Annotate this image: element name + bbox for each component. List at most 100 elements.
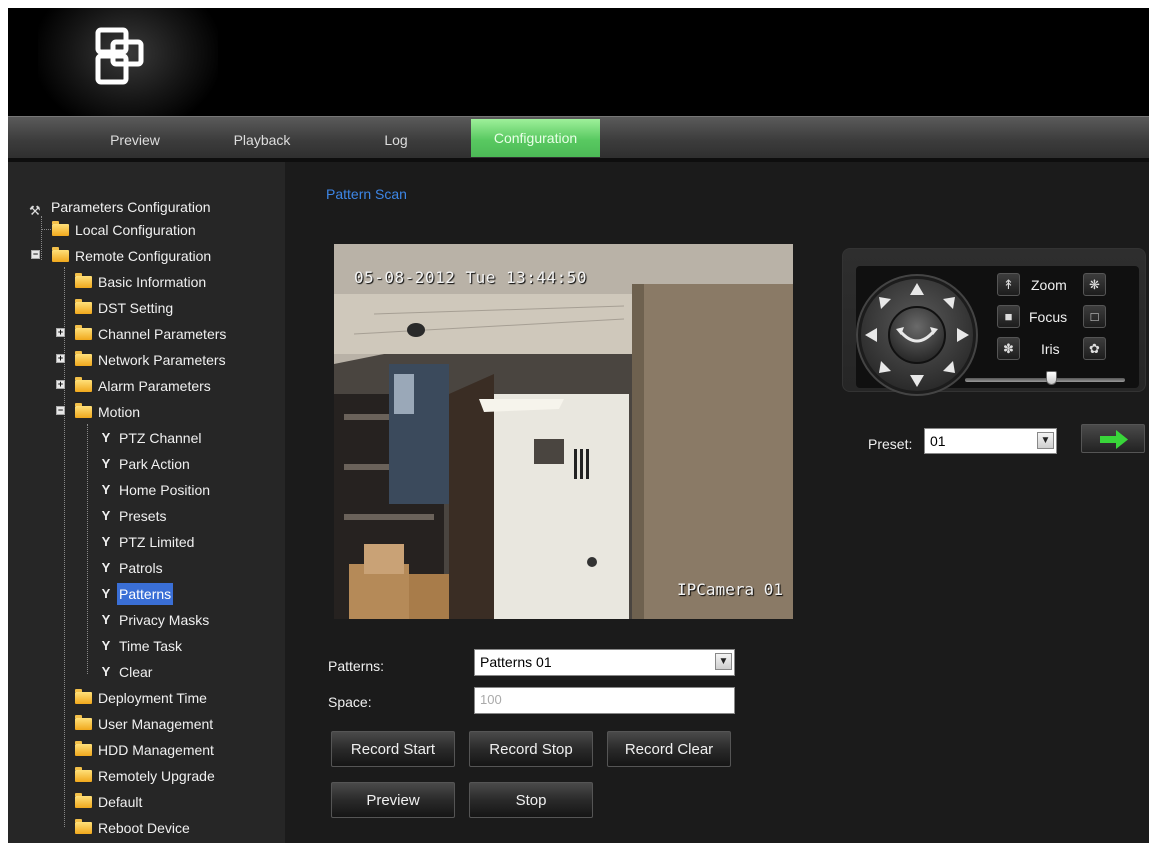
iris-label: Iris [1041,341,1060,357]
patterns-label: Patterns: [328,658,385,674]
ptz-direction-pad[interactable] [855,273,979,397]
tree-ptz-channel[interactable]: Y PTZ Channel [100,426,203,448]
folder-icon [75,819,92,835]
go-preset-button[interactable] [1081,424,1145,453]
page-title: Pattern Scan [326,186,407,202]
video-camera-name: IPCamera 01 [677,580,783,599]
space-input[interactable]: 100 [474,687,735,714]
tree-hdd-management[interactable]: HDD Management [75,738,216,760]
tree-remote-config[interactable]: Remote Configuration [52,244,213,266]
tree-time-task[interactable]: Y Time Task [100,634,184,656]
focus-far-icon[interactable]: □ [1083,305,1106,328]
tree-privacy-masks[interactable]: Y Privacy Masks [100,608,211,630]
tree-alarm-params[interactable]: Alarm Parameters [75,374,213,396]
tab-log[interactable]: Log [340,125,452,161]
collapse-icon[interactable]: − [56,406,65,415]
preset-select[interactable]: 01 ▼ [924,428,1057,454]
tree-label: Privacy Masks [119,612,210,629]
expand-icon[interactable]: + [56,328,65,337]
ptz-pin-icon: Y [101,534,111,550]
tree-deployment-time[interactable]: Deployment Time [75,686,209,708]
preview-button[interactable]: Preview [331,782,455,818]
record-start-button[interactable]: Record Start [331,731,455,767]
tree-label: Park Action [119,456,190,473]
folder-icon [75,767,92,783]
expand-icon[interactable]: + [56,354,65,363]
tree-label: Presets [119,508,167,525]
tree-label: DST Setting [98,300,174,317]
tree-label: Remote Configuration [75,248,212,265]
tree-label: User Management [98,716,214,733]
tree-label: Time Task [119,638,183,655]
zoom-out-icon[interactable]: ❋ [1083,273,1106,296]
tree-park-action[interactable]: Y Park Action [100,452,192,474]
focus-label: Focus [1029,309,1068,325]
camera-frame-image [334,244,793,619]
tree-remotely-upgrade[interactable]: Remotely Upgrade [75,764,217,786]
ptz-control-panel: ↟ Zoom ❋ ■ Focus □ ✽ Iris ✿ [842,248,1146,396]
tree-patrols[interactable]: Y Patrols [100,556,165,578]
folder-icon [75,273,92,289]
tree-ptz-limited[interactable]: Y PTZ Limited [100,530,196,552]
tree-user-management[interactable]: User Management [75,712,215,734]
tree-label: Alarm Parameters [98,378,211,395]
tree-patterns[interactable]: Y Patterns [100,582,174,606]
stop-button[interactable]: Stop [469,782,593,818]
dropdown-arrow-icon: ▼ [1037,432,1054,449]
tree-label: Clear [119,664,153,681]
tree-default[interactable]: Default [75,790,144,812]
folder-icon [75,741,92,757]
tab-configuration[interactable]: Configuration [471,119,600,157]
iris-close-icon[interactable]: ✽ [997,337,1020,360]
zoom-in-icon[interactable]: ↟ [997,273,1020,296]
folder-icon [75,689,92,705]
tree-line [41,216,42,260]
focus-near-icon[interactable]: ■ [997,305,1020,328]
tree-clear[interactable]: Y Clear [100,660,154,682]
tab-playback[interactable]: Playback [208,125,316,161]
tree-label: Network Parameters [98,352,226,369]
ptz-pin-icon: Y [101,456,111,472]
ptz-pin-icon: Y [101,430,111,446]
tree-label: Home Position [119,482,211,499]
tree-label: Parameters Configuration [51,199,211,216]
top-nav: Preview Playback Log Configuration [8,116,1149,160]
record-clear-button[interactable]: Record Clear [607,731,731,767]
tree-line [64,267,65,827]
tree-presets[interactable]: Y Presets [100,504,168,526]
tree-label: Basic Information [98,274,207,291]
tree-dst-setting[interactable]: DST Setting [75,296,175,318]
tree-channel-params[interactable]: Channel Parameters [75,322,228,344]
tree-label: Motion [98,404,141,421]
expand-icon[interactable]: + [56,380,65,389]
folder-icon [75,299,92,315]
folder-icon [75,403,92,419]
tree-label: Patrols [119,560,163,577]
tree-label: Default [98,794,143,811]
ptz-speed-slider-thumb[interactable] [1045,371,1057,385]
tab-preview[interactable]: Preview [76,125,194,161]
tree-label-selected: Patterns [117,583,174,606]
folder-icon [75,715,92,731]
folder-icon [75,377,92,393]
record-stop-button[interactable]: Record Stop [469,731,593,767]
tree-local-config[interactable]: Local Configuration [52,218,198,240]
patterns-select-value: Patterns 01 [480,654,552,670]
ptz-pin-icon: Y [101,664,111,680]
tree-root[interactable]: ⚒ Parameters Configuration [29,195,213,218]
tree-label: PTZ Channel [119,430,202,447]
ptz-pin-icon: Y [101,638,111,654]
tree-reboot-device[interactable]: Reboot Device [75,816,192,838]
tree-basic-info[interactable]: Basic Information [75,270,208,292]
folder-icon [75,793,92,809]
preset-label: Preset: [868,436,913,452]
config-tree: ⚒ Parameters Configuration Local Configur… [8,162,285,843]
tree-network-params[interactable]: Network Parameters [75,348,228,370]
tree-home-position[interactable]: Y Home Position [100,478,212,500]
zoom-label: Zoom [1031,277,1067,293]
tree-motion[interactable]: Motion [75,400,142,422]
iris-open-icon[interactable]: ✿ [1083,337,1106,360]
preset-select-value: 01 [930,433,946,449]
patterns-select[interactable]: Patterns 01 ▼ [474,649,735,676]
collapse-icon[interactable]: − [31,250,40,259]
